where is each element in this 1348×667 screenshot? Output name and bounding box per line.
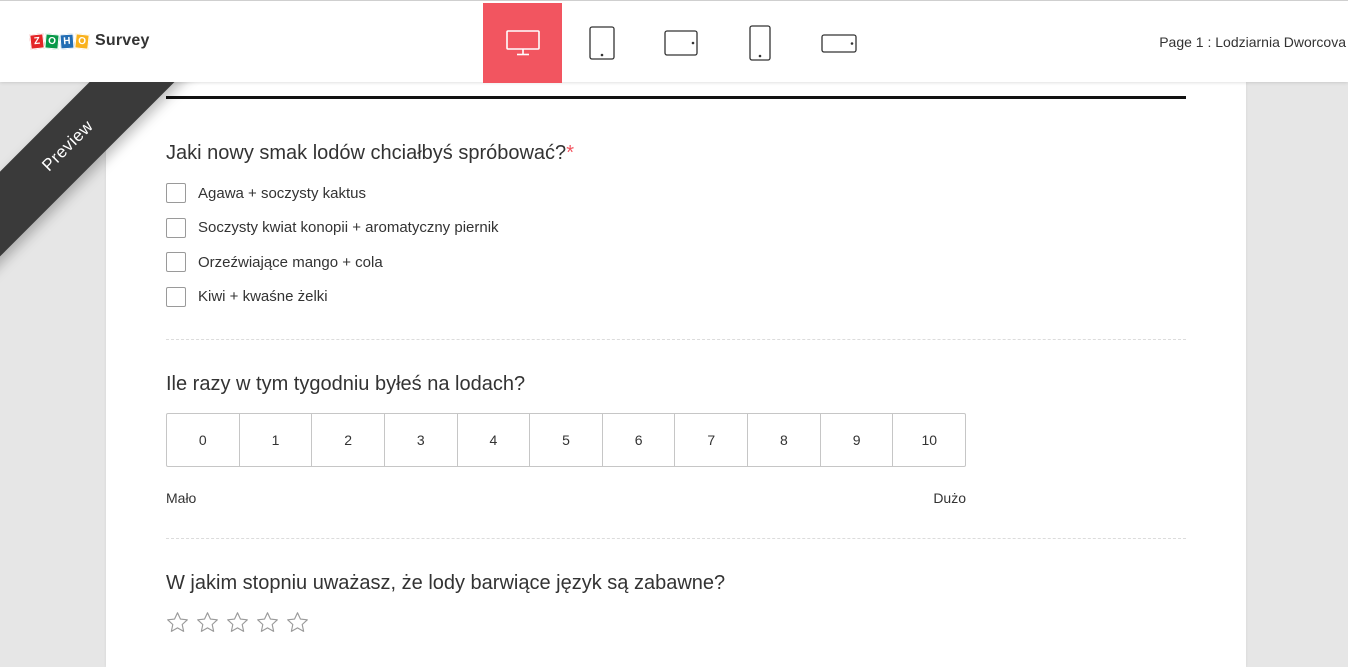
scale-option-1[interactable]: 1 xyxy=(238,414,312,466)
question-3: W jakim stopniu uważasz, że lody barwiąc… xyxy=(166,571,1186,634)
checkbox[interactable] xyxy=(166,286,186,307)
checkbox[interactable] xyxy=(166,183,186,203)
question-divider xyxy=(166,538,1186,539)
star-icon[interactable] xyxy=(166,611,189,634)
scale-option-2[interactable]: 2 xyxy=(311,414,384,466)
logo-letter: O xyxy=(44,32,60,50)
survey-card: Jaki nowy smak lodów chciałbyś spróbować… xyxy=(106,82,1246,667)
preview-ribbon-label: Preview xyxy=(38,116,97,175)
option-label: Orzeźwiające mango + cola xyxy=(198,253,383,271)
logo-letter: Z xyxy=(29,32,45,50)
logo-text: Survey xyxy=(95,32,150,49)
scale-option-6[interactable]: 6 xyxy=(601,414,675,466)
question-2-title: Ile razy w tym tygodniu byłeś na lodach? xyxy=(166,373,526,395)
option-label: Agawa + soczysty kaktus xyxy=(198,184,366,202)
option-item[interactable]: Agawa + soczysty kaktus xyxy=(166,182,1186,204)
logo-letter: H xyxy=(59,33,75,49)
tablet-landscape-icon xyxy=(663,30,698,56)
scale-option-9[interactable]: 9 xyxy=(819,414,893,466)
scale-option-5[interactable]: 5 xyxy=(529,414,602,466)
question-1-options: Agawa + soczysty kaktus Soczysty kwiat k… xyxy=(166,182,1186,308)
option-item[interactable]: Soczysty kwiat konopii + aromatyczny pie… xyxy=(166,217,1186,239)
star-icon[interactable] xyxy=(196,611,219,634)
option-label: Soczysty kwiat konopii + aromatyczny pie… xyxy=(198,219,499,236)
option-item[interactable]: Orzeźwiające mango + cola xyxy=(166,251,1186,273)
scale-option-3[interactable]: 3 xyxy=(383,414,457,466)
question-3-title: W jakim stopniu uważasz, że lody barwiąc… xyxy=(166,572,726,594)
scale-option-7[interactable]: 7 xyxy=(674,414,747,466)
star-icon[interactable] xyxy=(256,611,279,634)
scale-option-8[interactable]: 8 xyxy=(747,414,820,466)
phone-portrait-icon xyxy=(748,25,771,61)
logo-letter: O xyxy=(74,32,90,50)
tablet-landscape-view-button[interactable] xyxy=(641,3,720,83)
option-label: Kiwi + kwaśne żelki xyxy=(198,288,328,305)
phone-portrait-view-button[interactable] xyxy=(720,3,799,83)
checkbox[interactable] xyxy=(166,252,186,272)
star-icon[interactable] xyxy=(286,611,309,634)
phone-landscape-icon xyxy=(820,34,857,53)
desktop-view-button[interactable] xyxy=(483,3,562,83)
scale-option-0[interactable]: 0 xyxy=(167,414,239,466)
tablet-portrait-icon xyxy=(588,26,615,60)
scale-min-label: Mało xyxy=(166,490,197,506)
page-label: Page 1 : Lodziarnia Dworcova xyxy=(1159,34,1346,50)
star-icon[interactable] xyxy=(226,611,249,634)
scale-end-labels: Mało Dużo xyxy=(166,490,966,506)
scale-option-10[interactable]: 10 xyxy=(892,414,965,466)
top-bar: Z O H O Survey Page 1: Lodziarnia Dworc… xyxy=(0,0,1348,83)
star-rating xyxy=(166,611,1186,634)
phone-landscape-view-button[interactable] xyxy=(799,3,878,83)
device-preview-switcher xyxy=(483,3,878,83)
required-mark: * xyxy=(566,142,574,164)
monitor-icon xyxy=(505,30,540,56)
question-1: Jaki nowy smak lodów chciałbyś spróbować… xyxy=(166,141,1186,320)
header-rule xyxy=(166,96,1186,99)
tablet-portrait-view-button[interactable] xyxy=(562,3,641,83)
zoho-survey-logo: Z O H O Survey xyxy=(29,31,150,51)
question-1-title: Jaki nowy smak lodów chciałbyś spróbować… xyxy=(166,142,567,164)
question-divider xyxy=(166,339,1186,340)
question-2: Ile razy w tym tygodniu byłeś na lodach?… xyxy=(166,372,1186,506)
scale-option-4[interactable]: 4 xyxy=(456,414,530,466)
option-item[interactable]: Kiwi + kwaśne żelki xyxy=(166,286,1186,308)
checkbox[interactable] xyxy=(166,217,186,238)
rating-scale: 0 1 2 3 4 5 6 7 8 9 10 xyxy=(166,413,966,467)
scale-max-label: Dużo xyxy=(933,490,966,506)
